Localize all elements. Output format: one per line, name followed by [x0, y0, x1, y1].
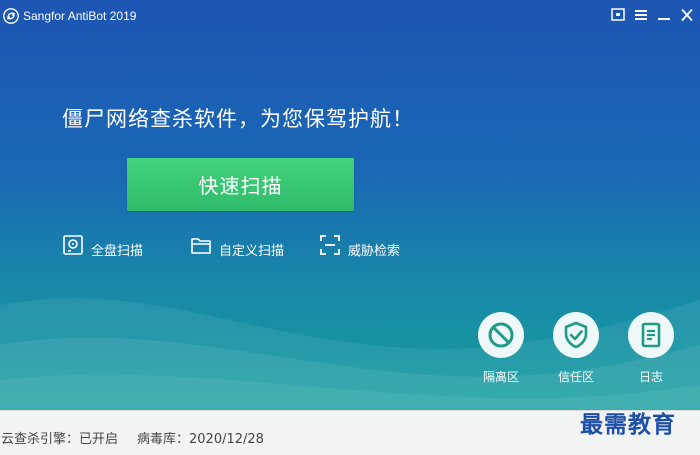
- quarantine-circle: [478, 312, 524, 358]
- ban-icon: [488, 322, 514, 348]
- engine-status: 云查杀引擎：已开启: [1, 432, 119, 447]
- log-button[interactable]: 日志: [622, 312, 682, 384]
- threat-search-label: 威胁检索: [348, 244, 401, 259]
- quarantine-button[interactable]: 隔离区: [472, 312, 532, 384]
- folder-icon: [191, 238, 211, 254]
- feedback-icon: [611, 8, 625, 21]
- log-circle: [628, 312, 674, 358]
- custom-scan-label: 自定义扫描: [219, 244, 285, 259]
- slogan: 僵尸网络查杀软件，为您保驾护航！: [62, 107, 414, 131]
- trust-zone-circle: [553, 312, 599, 358]
- quick-scan-button[interactable]: 快速扫描: [127, 158, 354, 211]
- title-bar: Sangfor AntiBot 2019: [0, 0, 700, 32]
- shield-check-icon: [564, 321, 588, 349]
- full-disk-icon: [63, 235, 83, 255]
- app-title: Sangfor AntiBot 2019: [23, 9, 137, 23]
- watermark-text: 最需教育: [580, 411, 676, 438]
- full-disk-scan-label: 全盘扫描: [91, 244, 144, 259]
- close-button[interactable]: [679, 6, 695, 24]
- feedback-button[interactable]: [610, 6, 626, 24]
- log-label: 日志: [638, 370, 663, 384]
- trust-zone-label: 信任区: [557, 370, 594, 384]
- sangfor-logo-icon: [3, 8, 19, 24]
- quarantine-label: 隔离区: [482, 370, 519, 384]
- main-window: Sangfor AntiBot 2019 僵尸网络查杀软件，为您保驾护航！ 快速…: [0, 0, 700, 455]
- scan-frame-icon: [320, 235, 340, 255]
- minimize-button[interactable]: [656, 6, 672, 24]
- virus-db-version: 病毒库：2020/12/28: [137, 432, 264, 447]
- trust-zone-button[interactable]: 信任区: [547, 312, 607, 384]
- close-icon: [681, 8, 693, 22]
- document-icon: [641, 322, 661, 348]
- menu-icon: [635, 10, 647, 20]
- menu-button[interactable]: [633, 6, 649, 24]
- minimize-icon: [658, 18, 670, 20]
